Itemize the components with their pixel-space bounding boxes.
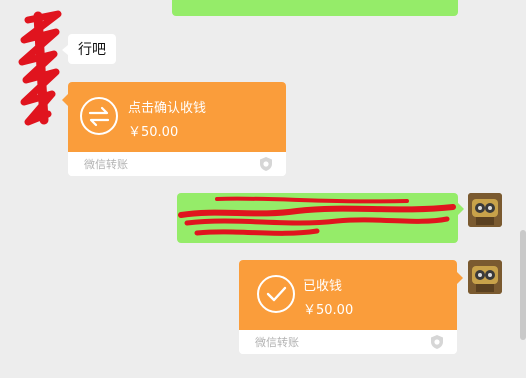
outgoing-text-message-redacted[interactable]: [177, 193, 464, 243]
incoming-transfer-card[interactable]: 点击确认收钱 ￥50.00 微信转账: [68, 82, 286, 176]
transfer-arrows-icon: [80, 97, 118, 135]
robot-avatar-icon: [468, 260, 502, 294]
chat-scrollbar[interactable]: [520, 230, 526, 340]
bubble-tail: [458, 203, 464, 215]
transfer-card-header: 已收钱 ￥50.00: [239, 260, 457, 330]
outgoing-transfer-card[interactable]: 已收钱 ￥50.00 微信转账: [239, 260, 457, 354]
transfer-footer-label: 微信转账: [255, 336, 299, 349]
transfer-footer-label: 微信转账: [84, 158, 128, 171]
my-avatar[interactable]: [468, 193, 502, 227]
robot-avatar-icon: [468, 193, 502, 227]
previous-outgoing-message-bubble[interactable]: [172, 0, 458, 16]
transfer-title: 点击确认收钱: [128, 101, 207, 116]
message-text: 行吧: [78, 42, 106, 58]
shield-icon: [260, 157, 272, 171]
transfer-card-header: 点击确认收钱 ￥50.00: [68, 82, 286, 152]
redaction-scribble-icon: [178, 196, 456, 236]
transfer-amount: ￥50.00: [303, 303, 354, 318]
transfer-card-footer: 微信转账: [68, 152, 286, 176]
my-avatar[interactable]: [468, 260, 502, 294]
transfer-amount: ￥50.00: [128, 125, 179, 140]
incoming-text-message[interactable]: 行吧: [62, 34, 116, 64]
shield-icon: [431, 335, 443, 349]
checkmark-icon: [257, 275, 295, 313]
transfer-card-footer: 微信转账: [239, 330, 457, 354]
redaction-scribble-icon: [18, 10, 62, 126]
transfer-title: 已收钱: [303, 279, 343, 294]
contact-avatar-redacted[interactable]: [18, 10, 62, 128]
